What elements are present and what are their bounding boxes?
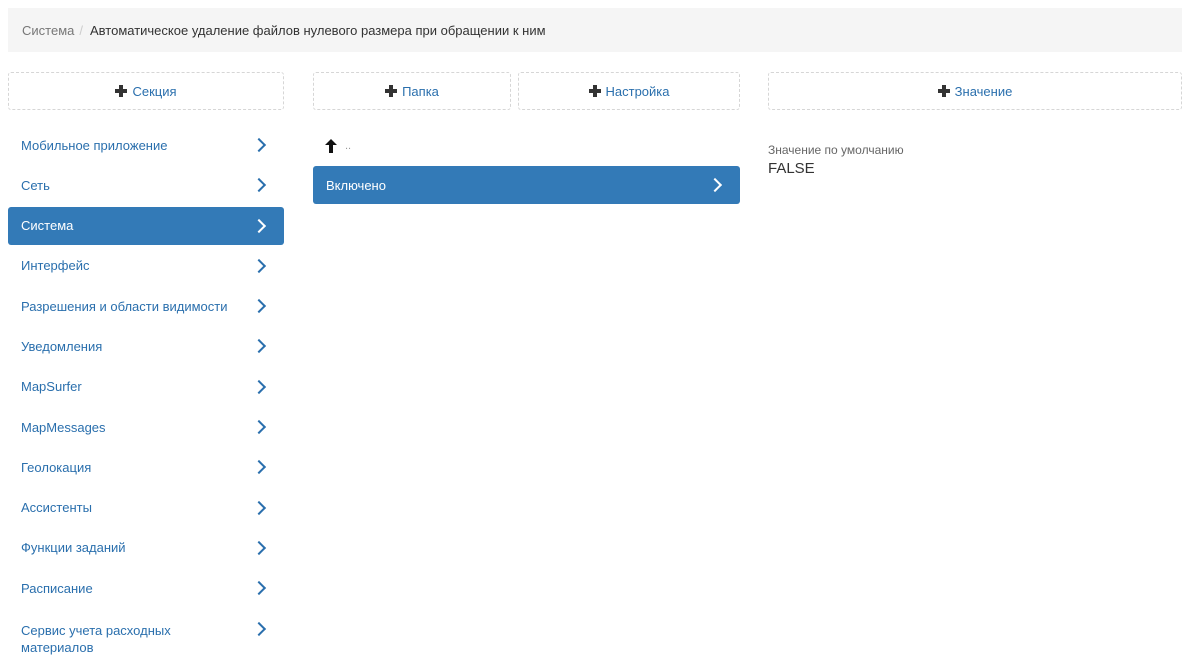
sidebar-item-interface[interactable]: Интерфейс [8,247,284,285]
sidebar-item-label: Ассистенты [21,500,92,516]
chevron-right-icon [251,137,267,153]
sidebar-item-label: Система [21,218,74,234]
chevron-right-icon [251,581,267,596]
arrow-up-icon [325,139,337,153]
chevron-right-icon [251,218,267,233]
chevron-right-icon [707,177,723,193]
plus-icon [115,85,128,97]
sidebar-item-label: Функции заданий [21,540,126,556]
chevron-right-icon [251,621,267,636]
sidebar-item-system[interactable]: Система [8,206,284,245]
add-section-button[interactable]: Секция [8,72,284,110]
chevron-right-icon [251,540,267,556]
chevron-right-icon [251,379,267,394]
sidebar-item-label: Геолокация [21,459,92,475]
section-list: Мобильное приложение Сеть Система Интерф… [8,126,284,664]
sidebar-item-label: Сеть [21,177,50,193]
sidebar-item-mapmessages[interactable]: MapMessages [8,408,284,446]
sidebar-item-geolocation[interactable]: Геолокация [8,448,284,486]
sidebar-item-label: Сервис учета расходных материалов [21,622,171,655]
add-folder-label: Папка [402,83,439,99]
plus-icon [588,85,601,97]
sidebar-item-consumables-service[interactable]: Сервис учета расходных материалов [8,610,284,662]
chevron-right-icon [251,258,267,273]
sidebar-item-mapsurfer[interactable]: MapSurfer [8,368,284,406]
sidebar-item-label: Расписание [21,580,93,596]
chevron-right-icon [251,500,267,515]
sidebar-item-notifications[interactable]: Уведомления [8,327,284,365]
sidebar-item-label: MapSurfer [21,379,82,395]
breadcrumb: Система / Автоматическое удаление файлов… [8,8,1182,52]
sidebar-item-task-functions[interactable]: Функции заданий [8,529,284,567]
sidebar-item-permissions[interactable]: Разрешения и области видимости [8,287,284,325]
chevron-right-icon [251,339,267,354]
add-section-label: Секция [132,83,177,99]
add-value-label: Значение [954,83,1013,99]
sidebar-item-label: Мобильное приложение [21,137,168,153]
add-folder-button[interactable]: Папка [313,72,511,110]
sidebar-item-label: Уведомления [21,338,103,354]
setting-item-enabled[interactable]: Включено [313,166,740,204]
plus-icon [385,85,398,97]
sidebar-item-label: Интерфейс [21,258,90,274]
default-value-label: Значение по умолчанию [768,143,904,157]
folder-up-label: .. [345,140,352,152]
chevron-right-icon [251,299,267,314]
breadcrumb-separator: / [79,22,83,38]
breadcrumb-root-link[interactable]: Система [22,23,74,38]
setting-item-label: Включено [326,177,386,193]
folder-up-link[interactable]: .. [313,132,740,160]
sidebar-item-schedule[interactable]: Расписание [8,569,284,607]
sidebar-item-mobile-app[interactable]: Мобильное приложение [8,126,284,164]
plus-icon [937,85,950,97]
sidebar-item-label: MapMessages [21,419,106,435]
sidebar-item-assistants[interactable]: Ассистенты [8,489,284,527]
sidebar-item-network[interactable]: Сеть [8,166,284,204]
add-setting-button[interactable]: Настройка [518,72,740,110]
chevron-right-icon [251,178,267,193]
default-value: FALSE [768,160,815,177]
breadcrumb-current: Автоматическое удаление файлов нулевого … [89,22,546,38]
add-value-button[interactable]: Значение [768,72,1182,110]
add-setting-label: Настройка [605,83,670,99]
chevron-right-icon [251,420,267,435]
sidebar-item-label: Разрешения и области видимости [21,298,228,314]
chevron-right-icon [251,460,267,475]
